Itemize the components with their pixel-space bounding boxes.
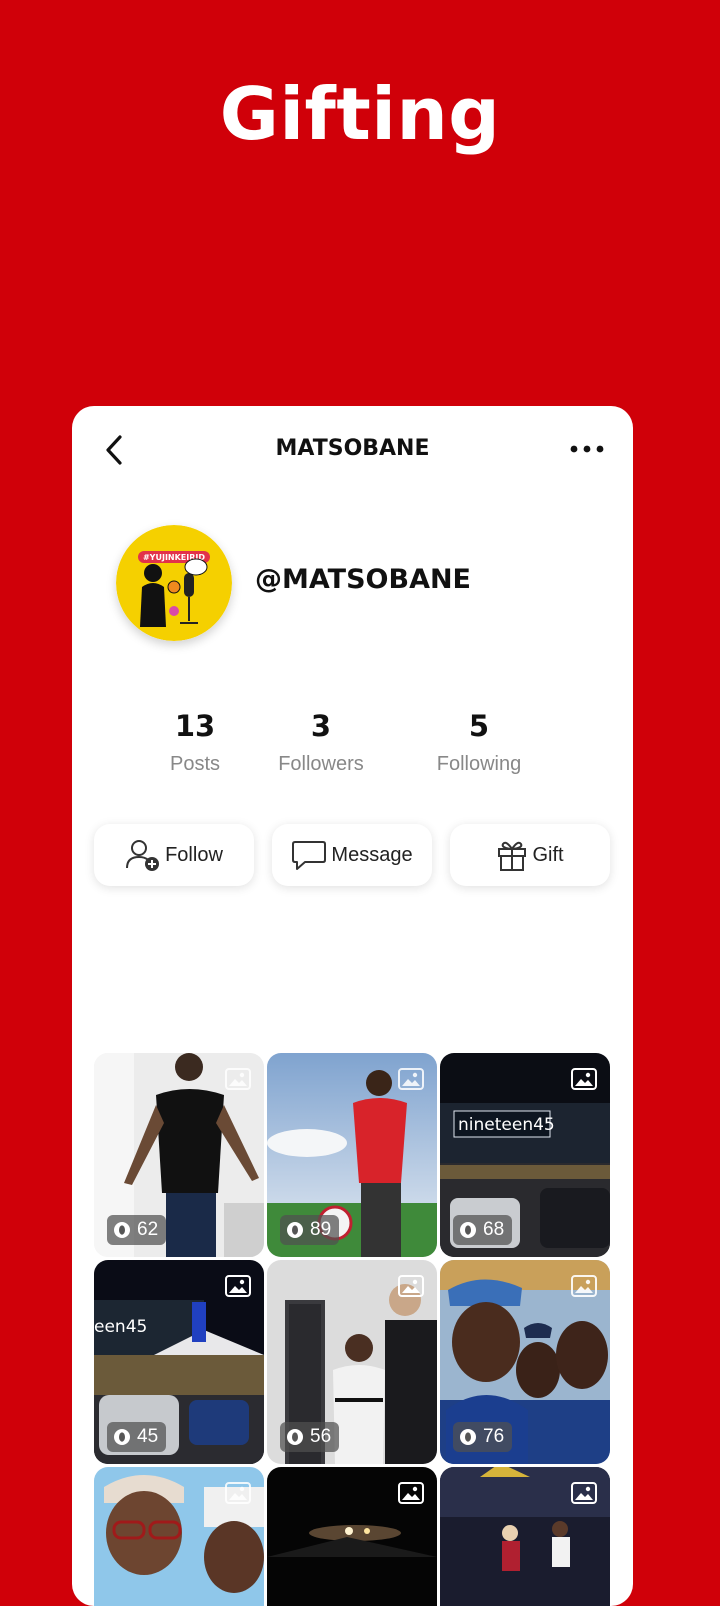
post-tile[interactable]: een45 45: [94, 1260, 264, 1464]
add-user-icon: [126, 840, 160, 871]
follow-button[interactable]: Follow: [94, 824, 254, 886]
image-icon: [398, 1275, 424, 1297]
message-button[interactable]: Message: [272, 824, 432, 886]
screen-title: MATSOBANE: [275, 436, 430, 461]
views-count: 89: [310, 1219, 332, 1240]
eye-icon: [287, 1429, 303, 1445]
top-bar: MATSOBANE: [72, 406, 633, 492]
post-tile[interactable]: nineteen45 68: [440, 1053, 610, 1257]
follow-label: Follow: [165, 843, 223, 866]
views-count: 56: [310, 1426, 332, 1447]
views-badge: 62: [107, 1215, 167, 1245]
svg-text:een45: een45: [94, 1317, 147, 1337]
views-count: 45: [137, 1426, 159, 1447]
chat-bubble-icon: [292, 841, 327, 870]
views-badge: 56: [280, 1422, 340, 1452]
image-icon: [225, 1068, 251, 1090]
image-icon: [571, 1482, 597, 1504]
post-tile[interactable]: 76: [440, 1260, 610, 1464]
eye-icon: [460, 1222, 476, 1238]
avatar-image: #YUJINKEIRID: [116, 525, 232, 641]
profile-handle: @MATSOBANE: [255, 564, 471, 595]
views-count: 68: [483, 1219, 505, 1240]
eye-icon: [287, 1222, 303, 1238]
post-tile[interactable]: [94, 1467, 264, 1606]
eye-icon: [114, 1222, 130, 1238]
hero-title: Gifting: [219, 72, 501, 156]
stat-following-label: Following: [436, 753, 522, 775]
image-icon: [398, 1068, 424, 1090]
stat-following[interactable]: 5 Following: [414, 709, 544, 776]
profile-screen: MATSOBANE #YUJINKEIRID @MATSOBANE 13 Pos…: [72, 406, 633, 1606]
stat-posts-count: 13: [174, 709, 216, 743]
views-count: 76: [483, 1426, 505, 1447]
more-dots-icon: [570, 445, 604, 453]
image-icon: [571, 1068, 597, 1090]
eye-icon: [460, 1429, 476, 1445]
post-tile[interactable]: 89: [267, 1053, 437, 1257]
views-badge: 68: [453, 1215, 513, 1245]
gift-button[interactable]: Gift: [450, 824, 610, 886]
stat-followers-count: 3: [310, 709, 332, 743]
views-count: 62: [137, 1219, 159, 1240]
avatar[interactable]: #YUJINKEIRID: [116, 525, 232, 641]
post-tile[interactable]: 62: [94, 1053, 264, 1257]
stat-posts-label: Posts: [169, 753, 221, 775]
views-badge: 89: [280, 1215, 340, 1245]
image-icon: [225, 1482, 251, 1504]
views-badge: 45: [107, 1422, 167, 1452]
image-icon: [398, 1482, 424, 1504]
more-options-button[interactable]: [569, 436, 605, 462]
post-tile[interactable]: [267, 1467, 437, 1606]
post-tile[interactable]: [440, 1467, 610, 1606]
svg-text:nineteen45: nineteen45: [458, 1115, 555, 1135]
eye-icon: [114, 1429, 130, 1445]
stat-following-count: 5: [468, 709, 490, 743]
gift-icon: [498, 841, 527, 871]
gift-label: Gift: [532, 843, 564, 866]
views-badge: 76: [453, 1422, 513, 1452]
post-tile[interactable]: 56: [267, 1260, 437, 1464]
stat-followers[interactable]: 3 Followers: [256, 709, 386, 776]
image-icon: [571, 1275, 597, 1297]
stat-followers-label: Followers: [278, 753, 364, 775]
image-icon: [225, 1275, 251, 1297]
stat-posts[interactable]: 13 Posts: [130, 709, 260, 776]
message-label: Message: [331, 843, 413, 866]
